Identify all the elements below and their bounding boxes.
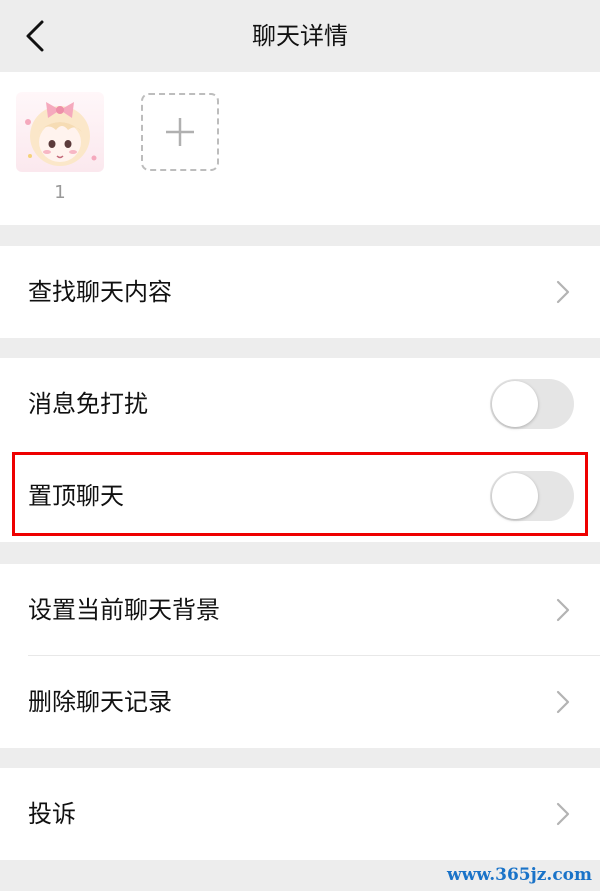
watermark: www.365jz.com [447,865,592,885]
clear-history-row[interactable]: 删除聊天记录 [0,656,600,748]
chevron-right-icon [556,280,570,304]
notification-section: 消息免打扰 置顶聊天 [0,358,600,542]
member-item[interactable]: 1 [16,92,104,203]
mute-toggle[interactable] [490,379,574,429]
clear-history-label: 删除聊天记录 [28,688,172,716]
add-member-button[interactable] [141,93,219,171]
report-section: 投诉 [0,768,600,860]
avatar [16,92,104,172]
mute-row: 消息免打扰 [0,358,600,450]
chevron-right-icon [556,690,570,714]
page-title: 聊天详情 [252,22,348,50]
search-chat-label: 查找聊天内容 [28,278,172,306]
nav-bar: 聊天详情 [0,0,600,72]
report-label: 投诉 [28,800,76,828]
toggle-knob [492,381,538,427]
pin-chat-row: 置顶聊天 [0,450,600,542]
toggle-knob [492,473,538,519]
report-row[interactable]: 投诉 [0,768,600,860]
anime-girl-avatar-icon [25,102,97,166]
pin-chat-label: 置顶聊天 [28,482,124,510]
chevron-right-icon [556,598,570,622]
search-chat-row[interactable]: 查找聊天内容 [0,246,600,338]
mute-label: 消息免打扰 [28,390,148,418]
set-background-label: 设置当前聊天背景 [28,596,220,624]
plus-icon [166,118,194,146]
pin-chat-toggle[interactable] [490,471,574,521]
chat-management-section: 设置当前聊天背景 删除聊天记录 [0,564,600,748]
search-section: 查找聊天内容 [0,246,600,338]
member-name: 1 [54,182,66,203]
chevron-right-icon [556,802,570,826]
set-background-row[interactable]: 设置当前聊天背景 [0,564,600,656]
